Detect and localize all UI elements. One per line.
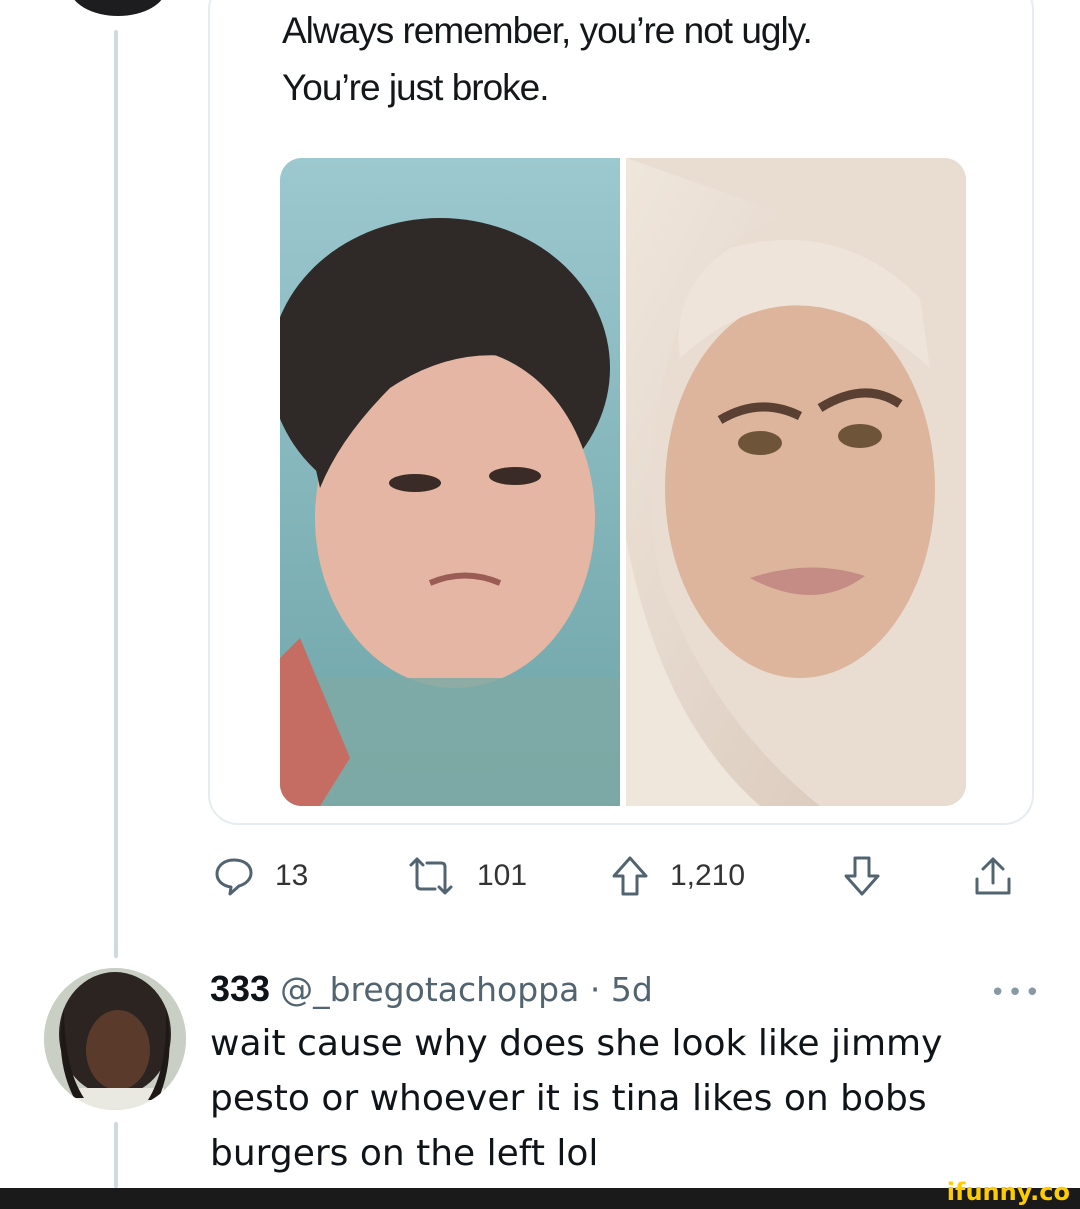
tweet-action-bar: 13 101 1,210: [0, 846, 1080, 906]
arrow-up-icon: [610, 854, 650, 898]
downvote-action[interactable]: [842, 846, 882, 906]
quoted-tweet-text: Always remember, you’re not ugly. You’re…: [282, 2, 813, 116]
reply-text-line: pesto or whoever it is tina likes on bob…: [210, 1078, 927, 1119]
upvote-count: 1,210: [670, 859, 746, 892]
reply-timestamp[interactable]: 5d: [611, 970, 653, 1009]
retweet-icon: [405, 855, 457, 897]
avatar-photo: [44, 968, 186, 1110]
thread-line-top: [114, 30, 118, 958]
tweet-media-image[interactable]: [280, 158, 966, 806]
reply-handle[interactable]: @_bregotachoppa: [280, 970, 579, 1009]
reply-separator: ·: [579, 970, 611, 1009]
reply-action[interactable]: 13: [213, 846, 308, 906]
comment-icon: [213, 855, 255, 897]
reply-text-line: wait cause why does she look like jimmy: [210, 1023, 943, 1064]
thread-line-bottom: [114, 1122, 118, 1188]
comparison-photo: [280, 158, 966, 806]
reply-text-line: burgers on the left lol: [210, 1133, 599, 1174]
share-action[interactable]: [970, 846, 1016, 906]
quoted-tweet-line: Always remember, you’re not ugly.: [282, 10, 813, 51]
reply-display-name[interactable]: 333: [210, 968, 270, 1009]
reply-text: wait cause why does she look like jimmy …: [210, 1016, 1010, 1181]
arrow-down-icon: [842, 854, 882, 898]
ifunny-watermark: ifunny.co: [946, 1178, 1070, 1206]
reply-avatar[interactable]: [44, 968, 186, 1110]
reply-count: 13: [275, 859, 309, 892]
reply-header: 333 @_bregotachoppa · 5d: [210, 964, 653, 1015]
retweet-action[interactable]: 101: [405, 846, 527, 906]
more-options-icon[interactable]: •••: [990, 978, 1042, 1008]
upvote-action[interactable]: 1,210: [610, 846, 745, 906]
parent-avatar[interactable]: [70, 0, 166, 16]
footer-bar: ifunny.co: [0, 1178, 1080, 1209]
quoted-tweet-line: You’re just broke.: [282, 67, 550, 108]
share-icon: [970, 853, 1016, 899]
retweet-count: 101: [477, 859, 528, 892]
